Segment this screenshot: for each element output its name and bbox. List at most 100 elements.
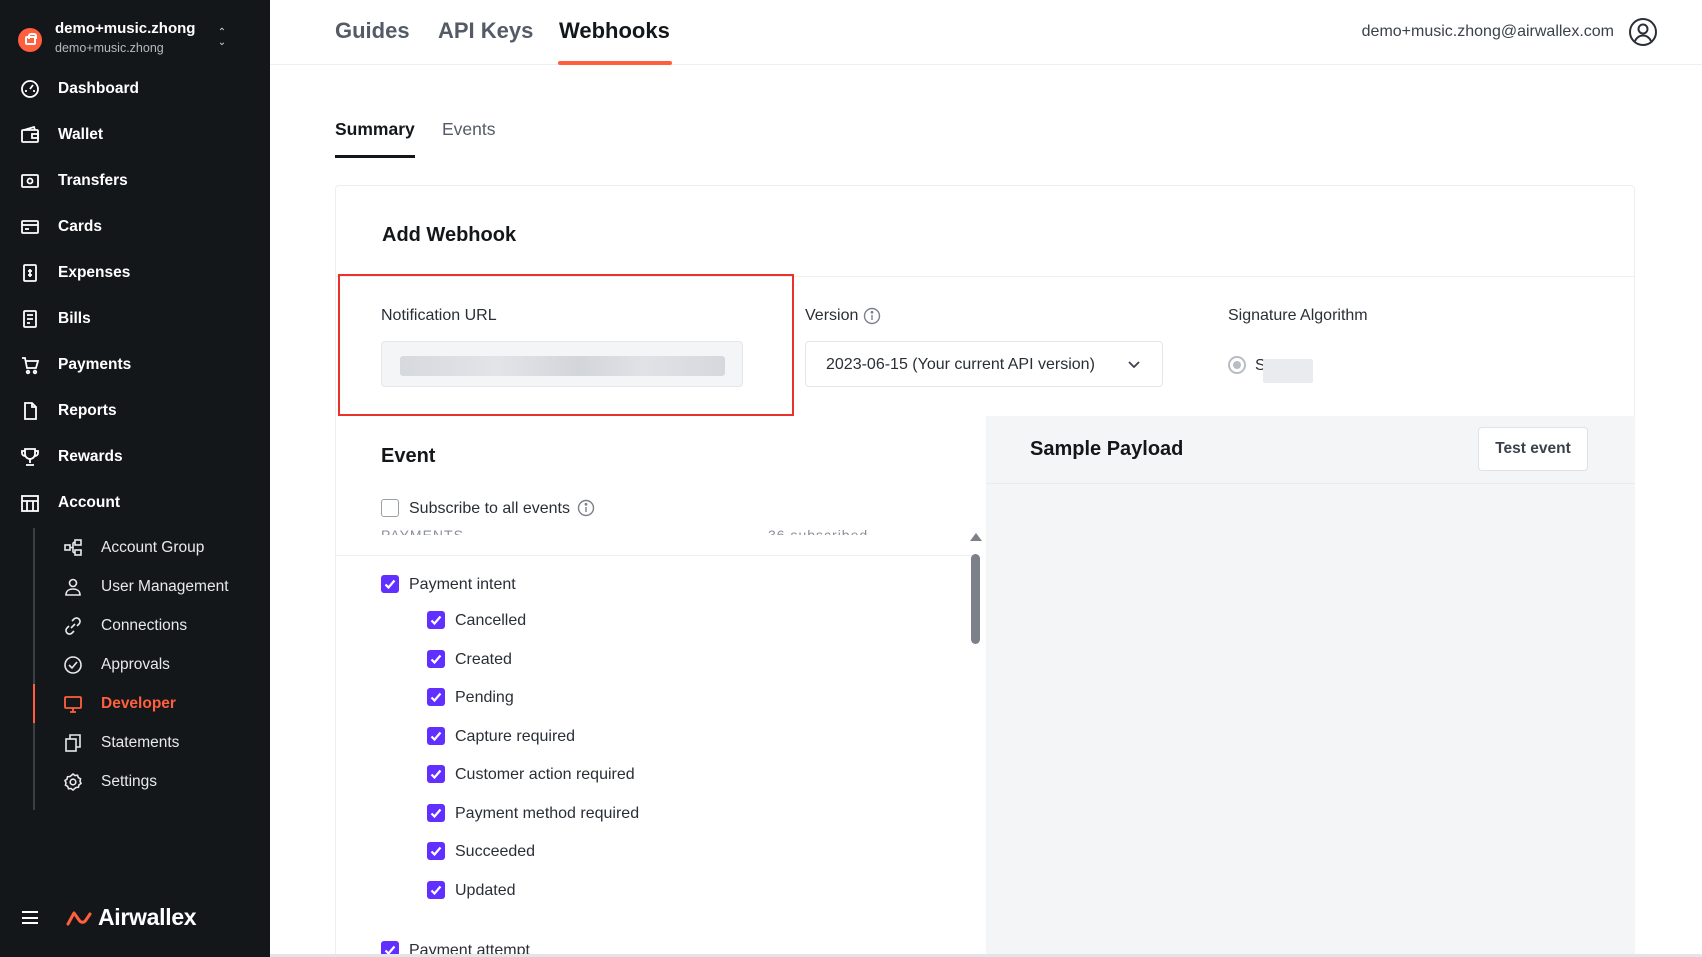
sidebar-item-account-group[interactable]: Account Group (0, 528, 270, 567)
sidebar-item-developer[interactable]: Developer (0, 684, 270, 723)
sidebar-item-wallet[interactable]: Wallet (0, 112, 270, 158)
event-label: Capture required (455, 728, 576, 745)
sidebar-item-dashboard[interactable]: Dashboard (0, 66, 270, 112)
menu-icon[interactable] (22, 911, 38, 924)
tab-events[interactable]: Events (442, 119, 496, 140)
payload-header: Sample Payload Test event (986, 416, 1635, 484)
scroll-up-arrow[interactable] (970, 533, 982, 541)
airwallex-logo-icon (66, 911, 92, 925)
sidebar-item-label: Transfers (58, 172, 128, 189)
check-icon (430, 885, 442, 896)
event-group-label: Payment intent (409, 576, 516, 593)
event-checkbox[interactable] (427, 650, 445, 668)
check-icon (430, 731, 442, 742)
bills-icon (23, 310, 37, 328)
account-switcher[interactable]: demo+music.zhong demo+music.zhong ⌃ ⌄ (18, 18, 252, 60)
event-checkbox[interactable] (427, 881, 445, 899)
check-icon (430, 769, 442, 780)
sidebar-item-cards[interactable]: Cards (0, 204, 270, 250)
sample-payload-panel: Sample Payload Test event (986, 416, 1635, 957)
sidebar-item-rewards[interactable]: Rewards (0, 434, 270, 480)
event-section-title: Event (381, 445, 436, 467)
sidebar-item-reports[interactable]: Reports (0, 388, 270, 434)
event-checkbox[interactable] (427, 804, 445, 822)
sidebar-item-label: Expenses (58, 264, 131, 281)
sidebar-sub-label: Connections (101, 616, 188, 634)
sidebar-item-label: Rewards (58, 448, 123, 465)
event-label: Updated (455, 882, 516, 899)
payload-title: Sample Payload (1030, 438, 1184, 460)
sidebar-item-account[interactable]: Account (0, 480, 270, 526)
event-checkbox[interactable] (427, 765, 445, 783)
user-profile-icon[interactable] (1628, 17, 1658, 47)
sidebar-item-transfers[interactable]: Transfers (0, 158, 270, 204)
version-label: Version (805, 307, 859, 324)
tab-summary[interactable]: Summary (335, 119, 415, 140)
event-checkbox[interactable] (427, 688, 445, 706)
chevron-up-down-icon: ⌃ ⌄ (217, 27, 227, 48)
statements-icon (65, 733, 81, 752)
sidebar-sub-label: Settings (101, 772, 158, 790)
link-icon (65, 616, 81, 635)
sidebar-sub-label: Approvals (101, 655, 170, 673)
gear-icon (64, 772, 82, 791)
brand-name: Airwallex (98, 904, 197, 930)
account-subnav: Account Group User Management Connection… (0, 528, 270, 810)
sidebar-item-label: Reports (58, 402, 117, 419)
reports-icon (24, 402, 37, 420)
event-label: Payment method required (455, 805, 640, 822)
check-icon (430, 808, 442, 819)
active-tab-indicator (558, 61, 672, 65)
signature-radio[interactable] (1228, 356, 1246, 374)
divider (336, 555, 974, 556)
sidebar-item-label: Bills (58, 310, 91, 327)
shopping-bag-icon (24, 32, 37, 45)
sidebar-item-connections[interactable]: Connections (0, 606, 270, 645)
sidebar-item-approvals[interactable]: Approvals (0, 645, 270, 684)
sidebar-item-statements[interactable]: Statements (0, 723, 270, 762)
test-event-button[interactable]: Test event (1478, 427, 1588, 471)
check-icon (430, 692, 442, 703)
info-icon[interactable] (577, 499, 595, 517)
sidebar-item-label: Cards (58, 218, 102, 235)
check-circle-icon (64, 655, 82, 674)
version-select-value: 2023-06-15 (Your current API version) (826, 356, 1095, 373)
version-select[interactable]: 2023-06-15 (Your current API version) (805, 341, 1163, 387)
check-icon (384, 579, 396, 590)
sidebar-item-settings[interactable]: Settings (0, 762, 270, 801)
redacted-url-value (400, 356, 725, 376)
sidebar: demo+music.zhong demo+music.zhong ⌃ ⌄ Das… (0, 0, 270, 957)
info-icon[interactable] (863, 307, 881, 325)
redacted-signature-value (1263, 359, 1313, 383)
sidebar-item-bills[interactable]: Bills (0, 296, 270, 342)
payment-intent-checkbox[interactable] (381, 575, 399, 593)
main-nav: Dashboard Wallet Transfers Cards Expense… (0, 66, 270, 810)
trophy-icon (21, 448, 39, 466)
sidebar-item-expenses[interactable]: Expenses (0, 250, 270, 296)
account-subname: demo+music.zhong (55, 41, 164, 55)
tab-api-keys[interactable]: API Keys (438, 18, 533, 44)
event-checkbox[interactable] (427, 842, 445, 860)
subscribed-count: 36 subscribed (768, 527, 869, 535)
top-navigation: Guides API Keys Webhooks demo+music.zhon… (270, 0, 1702, 65)
card-title: Add Webhook (382, 224, 517, 246)
event-label: Created (455, 651, 512, 668)
tab-webhooks[interactable]: Webhooks (559, 18, 670, 44)
event-checkbox[interactable] (427, 727, 445, 745)
scrollbar-thumb[interactable] (971, 554, 980, 644)
sidebar-sub-label: User Management (101, 577, 229, 595)
notification-url-input[interactable] (381, 341, 743, 387)
subscribe-all-checkbox[interactable] (381, 499, 399, 517)
sidebar-item-user-management[interactable]: User Management (0, 567, 270, 606)
sidebar-sub-label: Developer (101, 694, 176, 712)
event-label: Succeeded (455, 843, 536, 860)
event-group-header: PAYMENTS (381, 527, 464, 535)
sidebar-sub-label: Account Group (101, 538, 205, 556)
check-icon (430, 846, 442, 857)
event-label: Customer action required (455, 766, 635, 783)
tab-guides[interactable]: Guides (335, 18, 410, 44)
transfers-icon (21, 174, 39, 188)
event-checkbox[interactable] (427, 611, 445, 629)
sidebar-item-payments[interactable]: Payments (0, 342, 270, 388)
sidebar-sub-label: Statements (101, 733, 180, 751)
